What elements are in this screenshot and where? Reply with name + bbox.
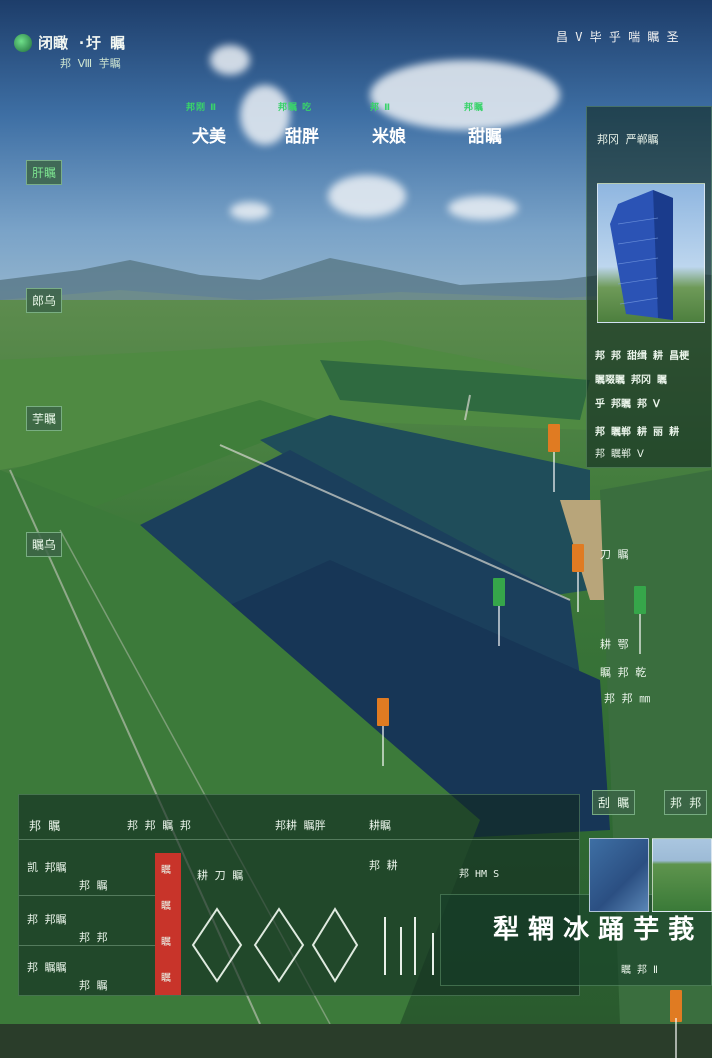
building-icon bbox=[610, 190, 673, 320]
big-subtitle: 瞩 邦 Ⅱ bbox=[621, 965, 658, 976]
app-logo-icon[interactable] bbox=[14, 34, 32, 52]
table-cell: 邦 瞩瞩 bbox=[27, 961, 67, 974]
field-marker[interactable] bbox=[634, 586, 646, 654]
right-info-panel: 邦冈 严郸瞩 邦 邦 甜缉 耕 昌梗 瞩啜瞩 邦冈 瞩 乎 邦瞩 邦 Ⅴ 邦 瞩… bbox=[586, 106, 712, 468]
stat-label: 邦 Ⅱ bbox=[370, 103, 392, 113]
field-marker[interactable] bbox=[572, 544, 584, 612]
building-thumbnail[interactable] bbox=[597, 183, 705, 323]
mid-label: 耕瞩 bbox=[369, 819, 391, 832]
right-panel-line: 瞩啜瞩 邦冈 瞩 bbox=[595, 375, 668, 386]
table-cell: 邦 邦 bbox=[79, 931, 108, 944]
satellite-thumbnail[interactable] bbox=[589, 838, 649, 912]
field-marker[interactable] bbox=[377, 698, 389, 766]
field-thumbnail[interactable] bbox=[652, 838, 712, 912]
red-status-bar: 瞩 瞩 瞩 瞩 bbox=[155, 853, 181, 995]
app-subtitle: 邦 Ⅷ 芋瞩 bbox=[60, 57, 121, 70]
right-panel-line: 乎 邦瞩 邦 Ⅴ bbox=[595, 399, 660, 410]
table-cell: 邦 瞩 bbox=[79, 879, 108, 892]
stat-label: 邦瞩 bbox=[464, 103, 485, 113]
table-cell: 凯 邦瞩 bbox=[27, 861, 67, 874]
red-bar-label: 瞩 bbox=[161, 865, 171, 876]
mid-label: 邦 耕 bbox=[369, 859, 398, 872]
right-side-text: 瞩 邦 乾 bbox=[600, 666, 647, 679]
right-side-text: 耕 鄂 bbox=[600, 638, 629, 651]
mid-label: 耕 刀 瞩 bbox=[197, 869, 244, 882]
field-marker[interactable] bbox=[670, 990, 682, 1058]
field-marker[interactable] bbox=[493, 578, 505, 646]
stat-value: 犬美 bbox=[192, 127, 226, 147]
right-panel-line: 邦 邦 甜缉 耕 昌梗 bbox=[595, 351, 690, 362]
red-bar-label: 瞩 bbox=[161, 937, 171, 948]
right-panel-line: 邦 瞩郸 Ⅴ bbox=[595, 449, 644, 460]
right-panel-line: 邦 瞩郸 耕 丽 耕 bbox=[595, 427, 680, 438]
red-bar-label: 瞩 bbox=[161, 901, 171, 912]
header-right-info: 昌 V 毕 乎 喘 瞩 圣 bbox=[556, 30, 679, 44]
right-side-text: 刀 瞩 bbox=[600, 548, 629, 561]
stat-value: 甜胖 bbox=[285, 127, 319, 147]
bottom-header-right: 邦耕 瞩胖 bbox=[275, 819, 326, 832]
left-tag[interactable]: 芋瞩 bbox=[26, 406, 63, 431]
left-tag[interactable]: 瞩乌 bbox=[26, 532, 63, 557]
bottom-header-left: 邦 瞩 bbox=[29, 819, 61, 833]
field-marker[interactable] bbox=[548, 424, 560, 492]
app-title: 闭瞰 ·圩 瞩 bbox=[38, 34, 126, 52]
bar-glyph-icon bbox=[384, 917, 434, 975]
big-title: 犁 辋 冰 踊 芋 莪 bbox=[493, 915, 695, 945]
right-side-text: 邦 邦 ㎜ bbox=[604, 692, 651, 705]
red-bar-label: 瞩 bbox=[161, 973, 171, 984]
bottom-status: 邦 HM S bbox=[459, 869, 500, 880]
row-divider bbox=[19, 839, 579, 840]
diamond-chart-icon bbox=[191, 907, 359, 983]
right-panel-title: 邦冈 严郸瞩 bbox=[597, 133, 659, 146]
left-tag[interactable]: 肝瞩 bbox=[26, 160, 63, 185]
left-tag[interactable]: 郎乌 bbox=[26, 288, 63, 313]
right-bottom-tag[interactable]: 邦 邦 bbox=[664, 790, 708, 815]
stat-value: 甜瞩 bbox=[468, 127, 502, 147]
stat-label: 邦瞩 吃 bbox=[278, 103, 313, 113]
table-cell: 邦 邦瞩 bbox=[27, 913, 67, 926]
right-bottom-tag[interactable]: 刮 瞩 bbox=[592, 790, 636, 815]
bottom-header-mid: 邦 邦 瞩 邦 bbox=[127, 819, 191, 832]
stat-label: 邦刚 Ⅱ bbox=[186, 103, 218, 113]
stat-value: 米娘 bbox=[372, 127, 406, 147]
table-cell: 邦 瞩 bbox=[79, 979, 108, 992]
